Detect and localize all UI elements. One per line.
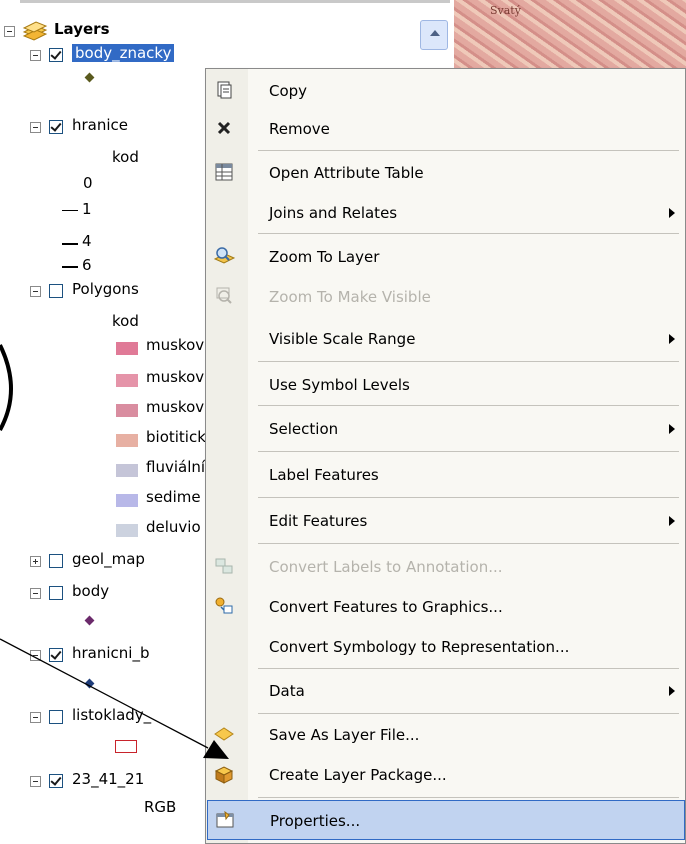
annotation-arrow-line (0, 638, 209, 749)
annotation-arrowhead (203, 740, 229, 759)
annotation-overlay (0, 344, 229, 759)
annotation-circle-arc (0, 344, 13, 431)
